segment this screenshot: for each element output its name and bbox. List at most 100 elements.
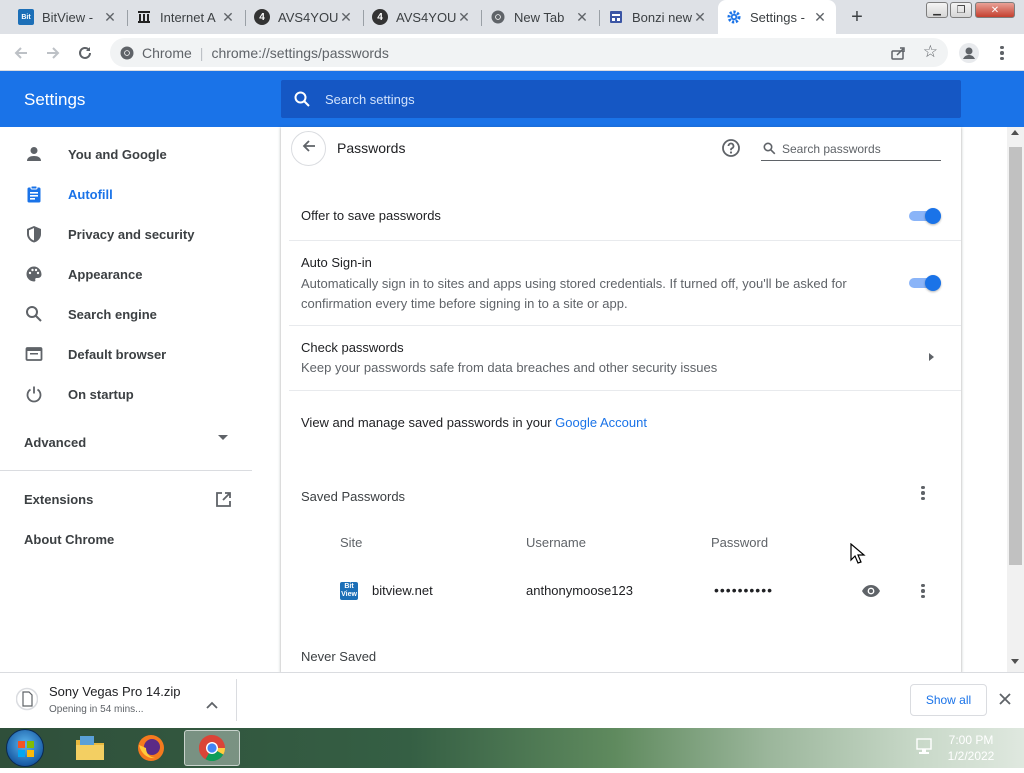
bitview-favicon: Bit [18, 9, 34, 25]
close-icon[interactable]: ✕ [456, 9, 472, 26]
omnibox[interactable]: Chrome | chrome://settings/passwords ☆ [110, 38, 948, 67]
close-icon[interactable]: ✕ [338, 9, 354, 26]
power-icon [22, 385, 46, 403]
tab-title: Internet A [160, 9, 216, 25]
tab-title: AVS4YOU [396, 9, 456, 25]
page-scrollbar[interactable] [1007, 127, 1024, 672]
never-saved-heading: Never Saved [301, 649, 377, 664]
search-settings-input[interactable]: Search settings [281, 80, 961, 118]
sidebar-item-extensions[interactable]: Extensions [0, 479, 260, 519]
download-status: Opening in 54 mins... [49, 704, 144, 715]
reload-icon[interactable] [74, 42, 96, 64]
close-icon[interactable]: ✕ [574, 9, 590, 26]
bookmark-star-icon[interactable]: ☆ [923, 43, 938, 60]
chrome-favicon [490, 9, 506, 25]
scroll-up-icon[interactable] [1011, 130, 1019, 135]
clipboard-icon [22, 185, 46, 203]
tab-bitview[interactable]: Bit BitView - ✕ [10, 0, 126, 34]
sidebar-item-autofill[interactable]: Autofill [0, 174, 260, 214]
start-button[interactable] [6, 729, 44, 767]
omnibox-url[interactable]: chrome://settings/passwords [211, 45, 388, 61]
new-tab-plus-icon[interactable]: + [846, 7, 868, 27]
back-arrow-icon[interactable] [10, 42, 32, 64]
sidebar-item-on-startup[interactable]: On startup [0, 374, 260, 414]
bitview-favicon: Bit View [340, 582, 358, 600]
help-icon[interactable] [721, 138, 741, 163]
password-site: bitview.net [372, 583, 433, 598]
firefox-taskbar-icon[interactable] [123, 730, 179, 766]
tab-avs4you-2[interactable]: 4 AVS4YOU ✕ [364, 0, 480, 34]
chevron-down-icon [218, 435, 228, 440]
check-passwords-row[interactable]: Check passwords Keep your passwords safe… [289, 326, 961, 390]
forward-arrow-icon[interactable] [42, 42, 64, 64]
tab-internet-archive[interactable]: Internet A ✕ [128, 0, 244, 34]
chevron-right-icon [929, 353, 934, 361]
close-download-bar-icon[interactable] [998, 692, 1012, 711]
close-icon[interactable]: ✕ [812, 9, 828, 26]
advanced-label: Advanced [24, 434, 87, 450]
back-button[interactable] [291, 131, 326, 166]
tab-avs4you-1[interactable]: 4 AVS4YOU ✕ [246, 0, 362, 34]
show-all-button[interactable]: Show all [910, 684, 987, 716]
tab-bonzi[interactable]: Bonzi new ✕ [600, 0, 716, 34]
auto-signin-toggle[interactable] [909, 275, 941, 291]
sidebar-item-privacy[interactable]: Privacy and security [0, 214, 260, 254]
extensions-label: Extensions [24, 491, 94, 507]
browser-icon [22, 345, 46, 363]
scroll-down-icon[interactable] [1011, 659, 1019, 664]
google-account-link[interactable]: Google Account [555, 415, 647, 430]
window-close-icon[interactable]: ✕ [975, 2, 1015, 18]
search-passwords-input[interactable]: Search passwords [761, 137, 941, 161]
settings-title: Settings [24, 90, 86, 109]
sidebar-item-label: Default browser [68, 346, 167, 362]
sidebar-item-about-chrome[interactable]: About Chrome [0, 519, 260, 559]
share-icon[interactable] [890, 45, 906, 64]
taskbar-time: 7:00 PM [948, 733, 994, 747]
offer-to-save-toggle[interactable] [909, 208, 941, 224]
chrome-menu-icon[interactable] [991, 42, 1013, 64]
shield-icon [22, 225, 46, 243]
taskbar-date: 1/2/2022 [947, 749, 995, 763]
taskbar-clock[interactable]: 7:00 PM 1/2/2022 [930, 732, 1012, 764]
mouse-cursor-icon [850, 542, 866, 570]
show-password-eye-icon[interactable] [861, 582, 881, 605]
scrollbar-thumb[interactable] [1009, 147, 1022, 565]
browser-toolbar: Chrome | chrome://settings/passwords ☆ [0, 34, 1024, 71]
auto-signin-label: Auto Sign-in [301, 255, 372, 270]
sidebar-item-you-and-google[interactable]: You and Google [0, 134, 260, 174]
file-icon [15, 686, 39, 717]
download-filename[interactable]: Sony Vegas Pro 14.zip [49, 684, 181, 699]
restore-icon[interactable]: ❐ [950, 2, 972, 18]
sidebar-item-search-engine[interactable]: Search engine [0, 294, 260, 334]
password-value: •••••••••• [714, 582, 774, 598]
avs-favicon: 4 [372, 9, 388, 25]
avs-favicon: 4 [254, 9, 270, 25]
person-icon [22, 145, 46, 163]
search-passwords-placeholder: Search passwords [782, 141, 881, 156]
minimize-icon[interactable]: ▁ [926, 2, 948, 18]
tab-settings[interactable]: Settings - ✕ [718, 0, 836, 34]
chrome-taskbar-icon[interactable] [184, 730, 240, 766]
auto-signin-description: Automatically sign in to sites and apps … [301, 276, 847, 311]
close-icon[interactable]: ✕ [220, 9, 236, 26]
profile-avatar-icon[interactable] [958, 42, 980, 64]
sidebar-item-default-browser[interactable]: Default browser [0, 334, 260, 374]
sidebar-advanced[interactable]: Advanced [0, 422, 260, 462]
password-row-menu-icon[interactable] [915, 583, 931, 599]
file-explorer-taskbar-icon[interactable] [62, 730, 118, 766]
close-icon[interactable]: ✕ [692, 9, 708, 26]
tab-title: Bonzi new [632, 9, 692, 25]
sidebar-item-appearance[interactable]: Appearance [0, 254, 260, 294]
password-username[interactable]: anthonymoose123 [526, 583, 633, 598]
divider [289, 240, 961, 241]
tab-new-tab[interactable]: New Tab ✕ [482, 0, 598, 34]
tab-title: AVS4YOU [278, 9, 338, 25]
omnibox-chip: Chrome [142, 44, 192, 61]
column-header-username: Username [526, 535, 586, 550]
omnibox-divider: | [199, 44, 204, 61]
sidebar-item-label: Autofill [68, 186, 113, 202]
windows-taskbar: 7:00 PM 1/2/2022 [0, 728, 1024, 768]
close-icon[interactable]: ✕ [102, 9, 118, 26]
saved-passwords-menu-icon[interactable] [915, 485, 931, 501]
chevron-up-icon[interactable] [206, 696, 218, 714]
